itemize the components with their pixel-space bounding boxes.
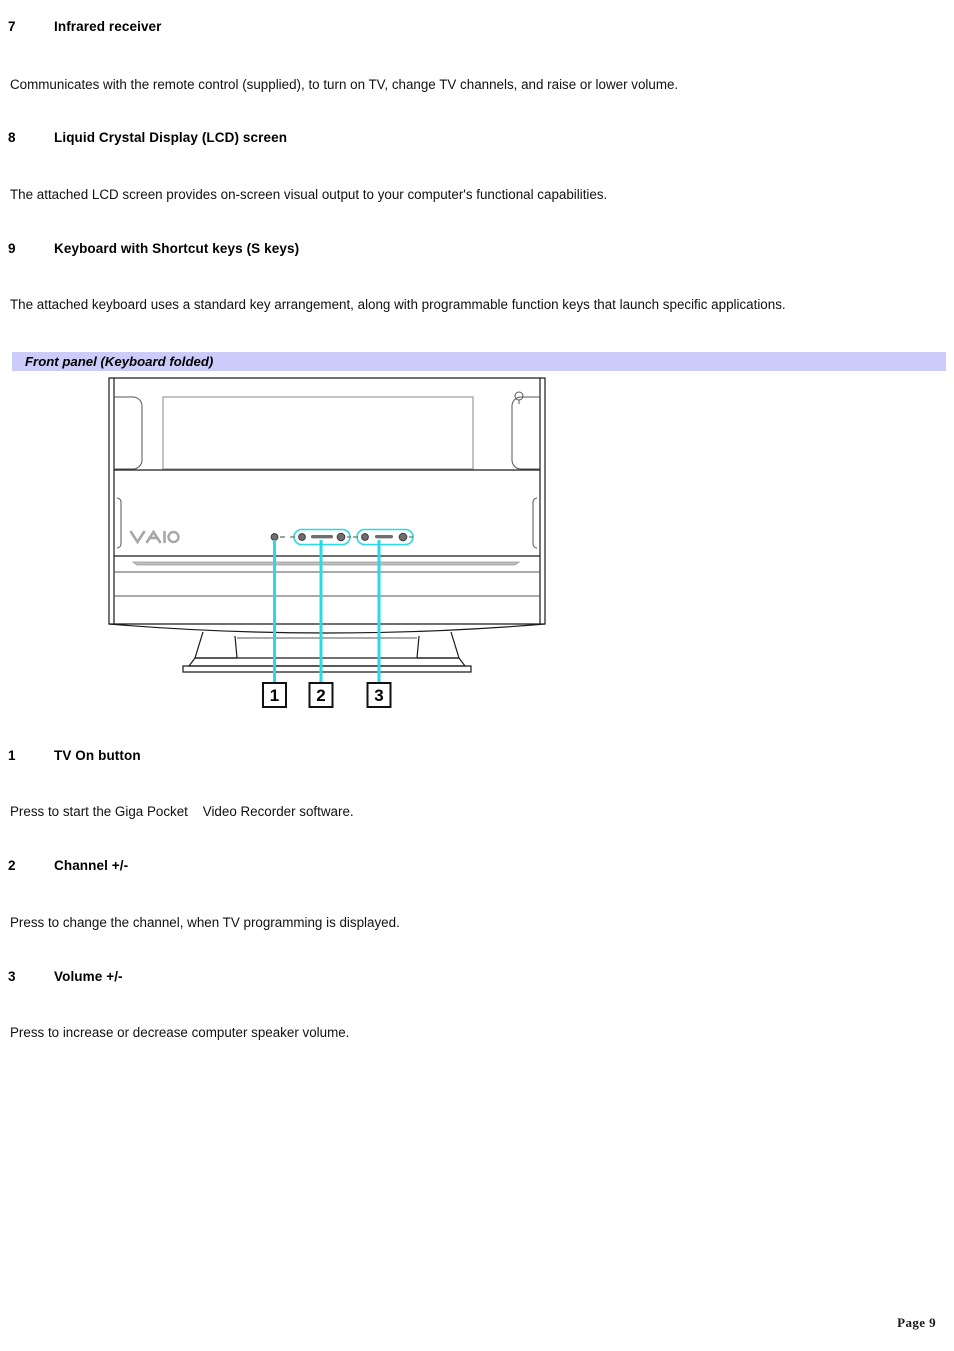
feature-label-8: Liquid Crystal Display (LCD) screen	[54, 130, 288, 145]
document-page: 7 Infrared receiver Communicates with the…	[0, 0, 954, 1351]
monitor-stand	[182, 631, 472, 673]
feature-body-1: Press to start the Giga Pocket Video Rec…	[10, 804, 354, 819]
feature-number-9: 9	[8, 241, 16, 256]
feature-number-2: 2	[8, 858, 16, 873]
feature-number-8: 8	[8, 130, 16, 145]
feature-label-3: Volume +/-	[54, 969, 123, 984]
folded-keyboard-panel	[114, 391, 540, 471]
monitor-body-outline	[108, 377, 546, 625]
page-number-footer: Page 9	[897, 1315, 936, 1330]
feature-label-2: Channel +/-	[54, 858, 129, 873]
feature-body-8: The attached LCD screen provides on-scre…	[10, 187, 608, 202]
callout-box-3: 3	[366, 682, 392, 708]
feature-heading-3: 3 Volume +/-	[0, 969, 954, 984]
vaio-logo	[129, 529, 180, 545]
feature-label-1: TV On button	[54, 748, 141, 763]
monitor-front-bezel	[114, 497, 540, 557]
feature-heading-8: 8 Liquid Crystal Display (LCD) screen	[0, 130, 954, 145]
feature-body-9: The attached keyboard uses a standard ke…	[10, 297, 786, 312]
callout-lines	[273, 540, 381, 684]
volume-buttons-cluster	[353, 528, 414, 546]
feature-label-9: Keyboard with Shortcut keys (S keys)	[54, 241, 300, 256]
feature-body-3: Press to increase or decrease computer s…	[10, 1025, 350, 1040]
feature-heading-2: 2 Channel +/-	[0, 858, 954, 873]
feature-body-2: Press to change the channel, when TV pro…	[10, 915, 400, 930]
callout-box-2: 2	[308, 682, 334, 708]
callout-number-boxes: 1 2 3	[262, 682, 392, 708]
svg-text:2: 2	[316, 686, 325, 705]
front-panel-diagram: .ol { fill:none; stroke:#1a1a1a; stroke-…	[95, 374, 585, 724]
monitor-lower-bands	[108, 561, 546, 634]
front-control-buttons	[270, 528, 414, 546]
callout-box-1: 1	[262, 682, 287, 708]
feature-heading-1: 1 TV On button	[0, 748, 954, 763]
feature-heading-7: 7 Infrared receiver	[0, 19, 954, 34]
tv-on-button	[270, 533, 285, 541]
feature-body-7: Communicates with the remote control (su…	[10, 77, 679, 92]
section-banner: Front panel (Keyboard folded)	[12, 352, 946, 371]
feature-number-3: 3	[8, 969, 16, 984]
feature-heading-9: 9 Keyboard with Shortcut keys (S keys)	[0, 241, 954, 256]
svg-text:3: 3	[374, 686, 383, 705]
svg-text:1: 1	[270, 686, 279, 705]
feature-number-7: 7	[8, 19, 16, 34]
feature-label-7: Infrared receiver	[54, 19, 162, 34]
section-banner-title: Front panel (Keyboard folded)	[25, 354, 214, 369]
feature-number-1: 1	[8, 748, 16, 763]
